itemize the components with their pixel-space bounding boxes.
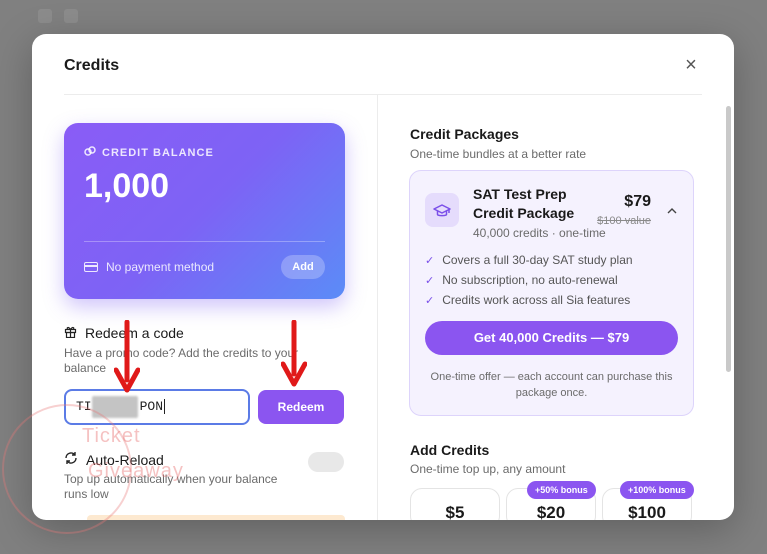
watermark-text: Ticket [82, 425, 141, 447]
package-note: One-time offer — each account can purcha… [430, 371, 673, 399]
header-divider [64, 94, 702, 95]
feature-item: ✓ Credits work across all Sia features [425, 293, 631, 307]
balance-label-row: CREDIT BALANCE [84, 145, 214, 160]
payment-method-row: No payment method [84, 260, 214, 274]
code-suffix: PON [139, 399, 164, 414]
gift-icon [64, 325, 77, 341]
graduation-cap-icon [425, 193, 459, 227]
check-icon: ✓ [425, 294, 435, 307]
redeem-description: Have a promo code? Add the credits to yo… [64, 346, 299, 375]
check-icon: ✓ [425, 274, 435, 287]
bonus-badge: +100% bonus [620, 481, 694, 499]
close-icon[interactable]: × [682, 55, 700, 75]
chevron-up-icon[interactable] [667, 203, 677, 217]
credit-packages-title: Credit Packages [410, 126, 519, 142]
redeem-button[interactable]: Redeem [258, 390, 344, 424]
add-payment-button[interactable]: Add [281, 255, 325, 279]
column-divider [377, 95, 378, 520]
feature-item: ✓ Covers a full 30-day SAT study plan [425, 253, 633, 267]
background-icon [64, 9, 78, 23]
add-credits-title: Add Credits [410, 442, 490, 458]
buy-package-button[interactable]: Get 40,000 Credits — $79 [425, 321, 678, 355]
add-credits-subtitle: One-time top up, any amount [410, 462, 566, 476]
bonus-badge: +50% bonus [527, 481, 596, 499]
package-name: SAT Test Prep Credit Package [473, 186, 575, 221]
package-price: $79 [624, 193, 651, 210]
link-icon [84, 145, 96, 160]
package-card: SAT Test Prep Credit Package 40,000 cred… [409, 170, 694, 416]
card-divider [84, 241, 325, 242]
balance-amount: 1,000 [84, 167, 170, 205]
auto-reload-toggle[interactable] [308, 452, 344, 472]
modal-title: Credits [64, 57, 120, 74]
balance-label: CREDIT BALANCE [102, 146, 214, 159]
credit-packages-subtitle: One-time bundles at a better rate [410, 147, 587, 161]
feature-item: ✓ No subscription, no auto-renewal [425, 273, 618, 287]
package-old-price: $100 value [597, 215, 651, 227]
background-icon [38, 9, 52, 23]
annotation-arrow-icon [281, 320, 307, 387]
scrollbar[interactable] [726, 106, 731, 372]
credit-balance-card: CREDIT BALANCE 1,000 No payment method A… [64, 123, 345, 299]
credit-card-icon [84, 262, 98, 272]
check-icon: ✓ [425, 254, 435, 267]
annotation-arrow-icon [114, 320, 140, 393]
package-meta: 40,000 credits · one-time [473, 226, 606, 240]
amount-option-5[interactable]: $5 [410, 488, 500, 520]
payment-method-text: No payment method [106, 260, 215, 274]
watermark-text: Giveaway [88, 460, 184, 482]
partial-banner [87, 515, 345, 520]
